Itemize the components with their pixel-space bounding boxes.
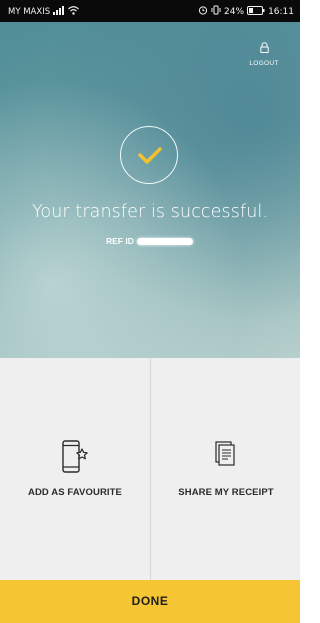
lock-icon xyxy=(259,40,269,57)
clock-time: 16:11 xyxy=(268,6,294,17)
done-button[interactable]: DONE xyxy=(0,580,300,623)
success-check-icon xyxy=(120,126,178,184)
status-left: MY MAXIS xyxy=(8,6,80,18)
share-receipt-button[interactable]: SHARE MY RECEIPT xyxy=(150,358,301,580)
ref-id-redacted xyxy=(136,237,193,245)
signal-icon xyxy=(53,6,65,18)
add-as-favourite-button[interactable]: ADD AS FAVOURITE xyxy=(0,358,150,580)
wifi-icon xyxy=(68,6,80,18)
share-receipt-label: SHARE MY RECEIPT xyxy=(178,487,274,498)
reference-id: REF ID xyxy=(106,236,193,246)
battery-icon xyxy=(247,5,265,18)
battery-percent: 24% xyxy=(224,6,245,17)
ref-id-label: REF ID xyxy=(106,236,134,246)
status-right: 24% 16:11 xyxy=(198,5,294,18)
phone-star-icon xyxy=(0,440,150,474)
alarm-icon xyxy=(198,5,208,18)
logout-button[interactable]: LOGOUT xyxy=(244,40,284,67)
success-panel: LOGOUT Your transfer is successful. REF … xyxy=(0,22,300,358)
status-bar: MY MAXIS 24% 16:11 xyxy=(0,0,300,22)
carrier-name: MY MAXIS xyxy=(8,7,51,17)
success-title: Your transfer is successful. xyxy=(31,202,269,222)
action-panel: ADD AS FAVOURITE SHARE MY RECEIPT xyxy=(0,358,300,580)
vibrate-icon xyxy=(211,5,221,18)
logout-label: LOGOUT xyxy=(249,60,279,67)
receipt-icon xyxy=(151,440,301,470)
add-as-favourite-label: ADD AS FAVOURITE xyxy=(28,487,122,498)
